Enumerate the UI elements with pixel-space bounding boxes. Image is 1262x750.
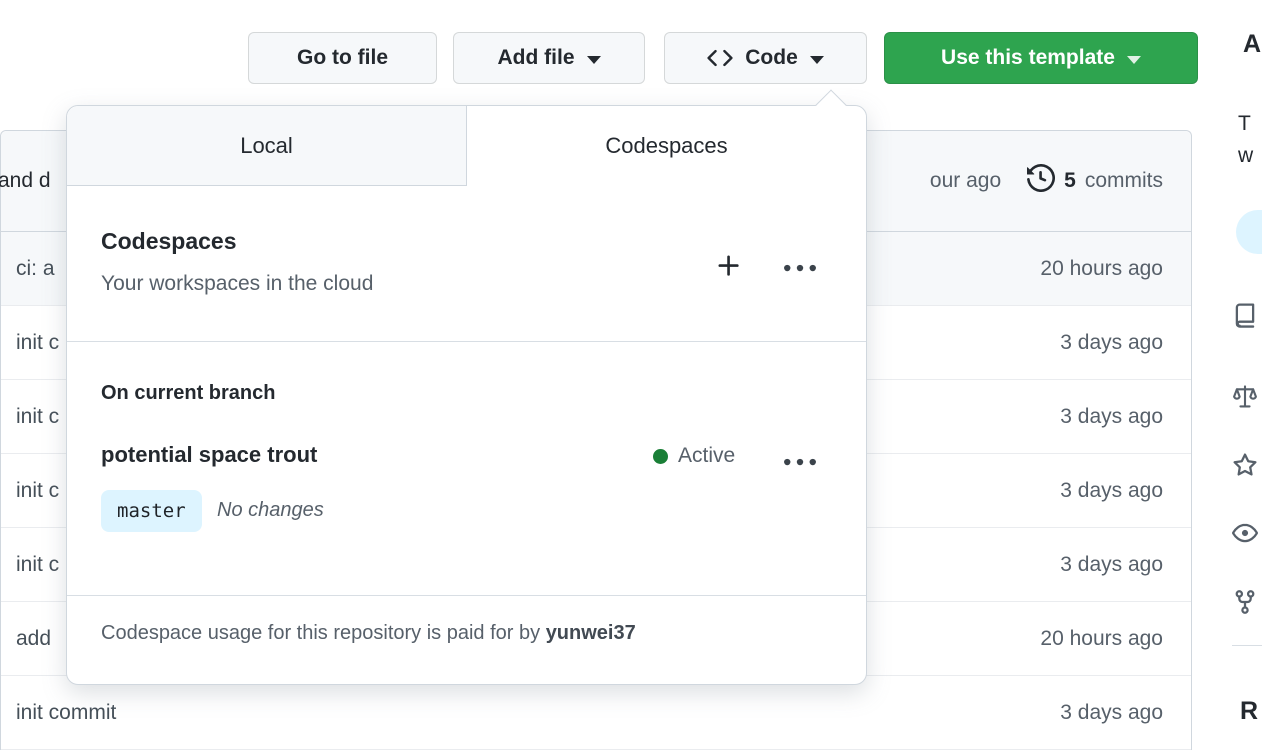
file-updated-time: 3 days ago xyxy=(1060,552,1163,576)
readme-book-icon[interactable] xyxy=(1232,303,1258,329)
about-heading-fragment: A xyxy=(1243,30,1262,58)
commits-label: commits xyxy=(1084,169,1163,192)
commit-message-fragment[interactable]: and d xyxy=(0,169,51,193)
fork-icon[interactable] xyxy=(1232,589,1258,615)
commits-count: 5 xyxy=(1064,169,1076,192)
add-file-label: Add file xyxy=(497,46,575,69)
about-description-fragment: w xyxy=(1238,144,1254,167)
codespace-options-kebab-button[interactable] xyxy=(783,449,817,475)
popover-divider xyxy=(67,595,866,596)
table-row: init commit 3 days ago xyxy=(1,676,1191,750)
commit-time-fragment: our ago xyxy=(929,169,1002,192)
file-updated-time: 3 days ago xyxy=(1060,700,1163,724)
new-codespace-plus-button[interactable] xyxy=(715,252,743,280)
topic-tag-fragment[interactable] xyxy=(1236,210,1262,254)
codespaces-options-kebab-button[interactable] xyxy=(783,255,817,281)
tab-codespaces-label: Codespaces xyxy=(605,133,728,158)
releases-heading-fragment: R xyxy=(1240,697,1259,725)
tab-local[interactable]: Local xyxy=(67,106,467,186)
code-button[interactable]: Code xyxy=(664,32,867,84)
add-file-button[interactable]: Add file xyxy=(453,32,645,84)
use-this-template-button[interactable]: Use this template xyxy=(884,32,1198,84)
file-name[interactable]: init c xyxy=(16,479,59,503)
file-updated-time: 3 days ago xyxy=(1060,404,1163,428)
codespace-status: Active xyxy=(653,444,735,468)
popover-divider xyxy=(67,341,866,342)
go-to-file-button[interactable]: Go to file xyxy=(248,32,437,84)
on-current-branch-heading: On current branch xyxy=(101,382,276,404)
star-icon[interactable] xyxy=(1232,452,1258,478)
watchers-eye-icon[interactable] xyxy=(1232,520,1258,546)
file-name[interactable]: init commit xyxy=(16,701,116,725)
file-updated-time: 3 days ago xyxy=(1060,330,1163,354)
file-updated-time: 20 hours ago xyxy=(1040,256,1163,280)
file-name[interactable]: ci: a xyxy=(16,257,55,281)
popover-tabs: Local Codespaces xyxy=(67,106,866,186)
commits-history-link[interactable]: 5 commits xyxy=(1027,163,1163,198)
file-updated-time: 20 hours ago xyxy=(1040,626,1163,650)
status-label: Active xyxy=(678,444,736,467)
go-to-file-label: Go to file xyxy=(297,46,388,69)
codespace-usage-footer: Codespace usage for this repository is p… xyxy=(101,622,636,645)
chevron-down-icon xyxy=(809,55,824,64)
usage-text: Codespace usage for this repository is p… xyxy=(101,622,546,644)
use-template-label: Use this template xyxy=(941,46,1115,69)
tab-local-label: Local xyxy=(240,132,293,158)
codespaces-subtitle: Your workspaces in the cloud xyxy=(101,272,374,295)
file-name[interactable]: init c xyxy=(16,331,59,355)
code-dropdown-panel: Local Codespaces Codespaces Your workspa… xyxy=(66,89,867,685)
code-label: Code xyxy=(745,46,798,69)
branch-badge: master xyxy=(101,490,202,532)
history-clock-icon xyxy=(1027,163,1056,198)
file-updated-time: 3 days ago xyxy=(1060,478,1163,502)
usage-owner: yunwei37 xyxy=(545,622,636,644)
sidebar-divider xyxy=(1232,645,1262,646)
changes-status-label: No changes xyxy=(217,499,324,521)
about-description-fragment: T xyxy=(1238,112,1251,135)
chevron-down-icon xyxy=(1126,55,1141,64)
tab-codespaces[interactable]: Codespaces xyxy=(467,106,866,186)
license-law-icon[interactable] xyxy=(1232,384,1258,410)
file-name[interactable]: init c xyxy=(16,553,59,577)
code-brackets-icon xyxy=(707,45,733,71)
codespaces-title: Codespaces xyxy=(101,228,237,254)
file-name[interactable]: add xyxy=(16,627,51,651)
active-status-dot-icon xyxy=(653,448,668,464)
file-name[interactable]: init c xyxy=(16,405,59,429)
codespace-name-link[interactable]: potential space trout xyxy=(101,442,317,468)
chevron-down-icon xyxy=(586,55,601,64)
